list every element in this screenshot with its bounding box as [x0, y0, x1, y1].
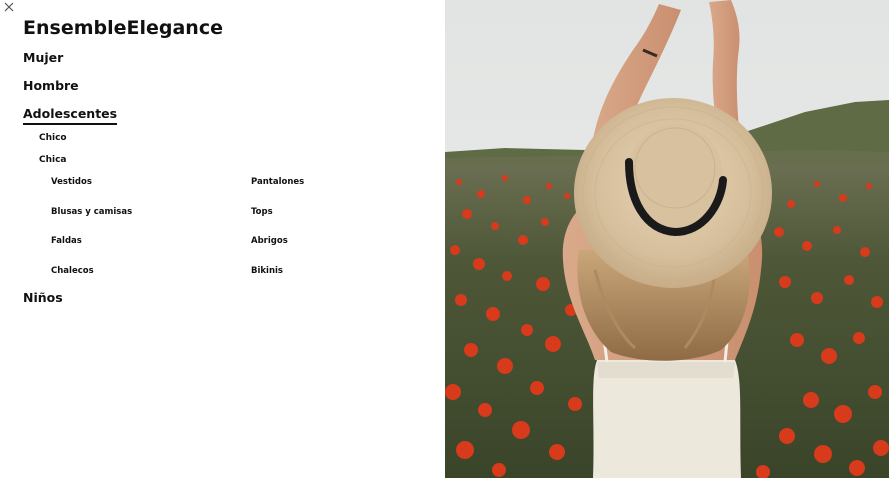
nav-item-hombre[interactable]: Hombre: [23, 78, 79, 94]
nav-subitem-chica[interactable]: Chica: [39, 154, 67, 166]
nav-item-mujer[interactable]: Mujer: [23, 50, 63, 66]
page: EnsembleElegance Mujer Hombre Adolescent…: [0, 0, 889, 478]
nav-leaf-bikinis[interactable]: Bikinis: [251, 265, 283, 277]
nav-leaf-faldas[interactable]: Faldas: [51, 235, 82, 247]
nav-subitem-chico[interactable]: Chico: [39, 132, 67, 144]
close-icon[interactable]: [3, 1, 15, 13]
nav-item-adolescentes[interactable]: Adolescentes: [23, 106, 118, 125]
woman-in-poppy-field-image: [445, 0, 889, 478]
nav-item-ninos[interactable]: Niños: [23, 290, 63, 306]
hero-photo: [445, 0, 889, 478]
nav-leaf-blusas-y-camisas[interactable]: Blusas y camisas: [51, 206, 132, 218]
nav-leaf-vestidos[interactable]: Vestidos: [51, 176, 92, 188]
nav-leaf-tops[interactable]: Tops: [251, 206, 273, 218]
nav-leaf-abrigos[interactable]: Abrigos: [251, 235, 288, 247]
brand-logo[interactable]: EnsembleElegance: [23, 15, 223, 41]
nav-leaf-chalecos[interactable]: Chalecos: [51, 265, 94, 277]
navigation-menu: EnsembleElegance Mujer Hombre Adolescent…: [0, 0, 445, 478]
nav-leaf-pantalones[interactable]: Pantalones: [251, 176, 304, 188]
